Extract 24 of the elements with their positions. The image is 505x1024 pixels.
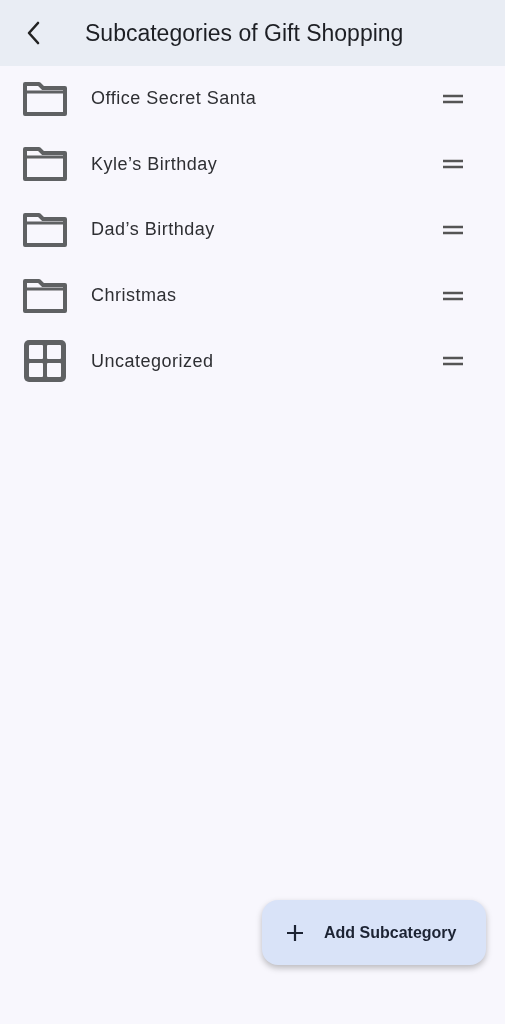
folder-icon	[22, 80, 68, 117]
category-name: Dad’s Birthday	[91, 219, 216, 241]
category-name: Kyle’s Birthday	[91, 153, 219, 175]
drag-handle-icon[interactable]	[443, 225, 463, 235]
category-row[interactable]: Uncategorized	[0, 328, 505, 394]
category-name: Office Secret Santa	[91, 88, 258, 110]
folder-icon	[22, 146, 68, 183]
add-subcategory-button[interactable]: Add Subcategory	[262, 900, 486, 965]
grid-icon	[22, 338, 68, 385]
drag-handle-icon[interactable]	[443, 93, 463, 104]
folder-icon	[22, 212, 68, 248]
category-row[interactable]: Office Secret Santa	[0, 66, 505, 132]
category-name: Christmas	[91, 285, 178, 307]
category-row[interactable]: Kyle’s Birthday	[0, 131, 505, 198]
drag-handle-icon[interactable]	[443, 290, 463, 301]
back-icon[interactable]	[26, 21, 40, 45]
screen-title: Subcategories of Gift Shopping	[85, 19, 404, 47]
category-name: Uncategorized	[91, 350, 215, 372]
plus-icon	[286, 923, 304, 942]
folder-icon	[22, 277, 68, 314]
drag-handle-icon[interactable]	[443, 159, 463, 170]
category-row[interactable]: Dad’s Birthday	[0, 197, 505, 263]
drag-handle-icon[interactable]	[443, 356, 463, 367]
category-row[interactable]: Christmas	[0, 262, 505, 329]
